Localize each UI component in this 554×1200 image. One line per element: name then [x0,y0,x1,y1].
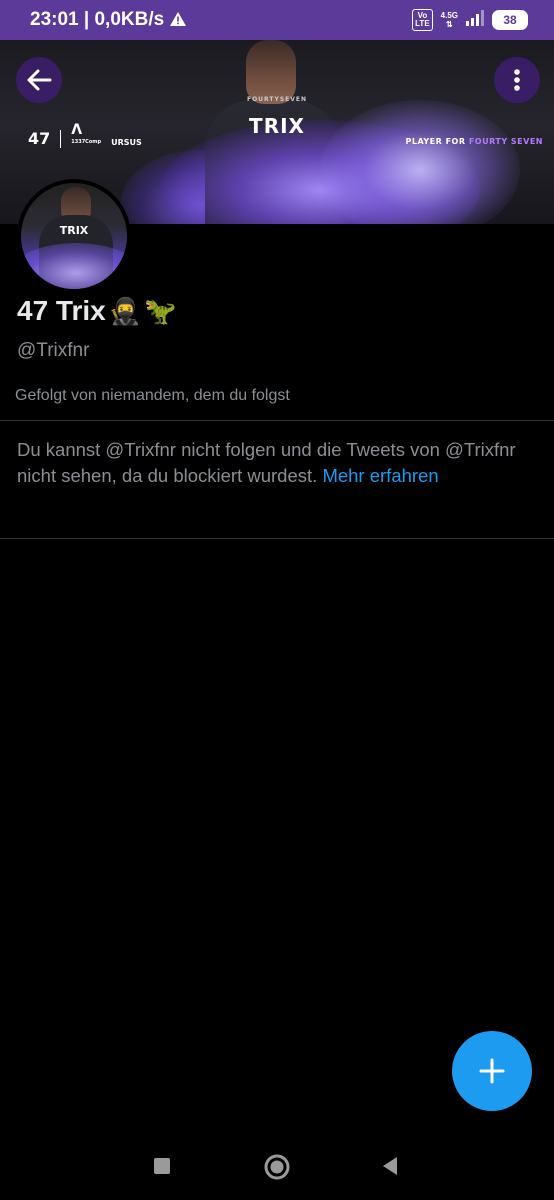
divider [0,420,554,421]
plus-icon [479,1058,505,1084]
recents-button[interactable] [152,1156,172,1176]
logo-1337comp: Λ 1337Comp [71,123,102,148]
network-type: 4.5G [440,11,458,20]
logo-1337comp-label: 1337Comp [71,139,102,145]
signal-icon [466,9,484,31]
system-navigation-bar [0,1130,554,1200]
status-speed: | 0,0KB/s [83,9,165,30]
avatar[interactable]: TRIX [17,179,131,293]
followed-by-text[interactable]: Gefolgt von niemandem, dem du folgst [15,387,290,405]
volte-icon: Vo LTE [412,9,433,31]
data-arrows-icon: ⇅ [445,20,453,29]
network-indicator: 4.5G ⇅ [441,11,458,29]
banner-player-head [246,40,296,104]
banner-sponsor-logos: 47 Λ 1337Comp URSUS [28,123,142,148]
logo-ursus: URSUS [111,138,142,147]
avatar-jersey-text: TRIX [59,224,89,237]
display-name-text: 47 Trix [17,295,106,326]
status-right-icons: Vo LTE 4.5G ⇅ 38 [412,9,528,31]
avatar-smoke [21,243,127,289]
player-for-prefix: PLAYER FOR [405,137,466,146]
blocked-notice: Du kannst @Trixfnr nicht folgen und die … [17,437,527,489]
dinosaur-emoji: 🦖 [144,295,177,326]
system-back-button[interactable] [380,1156,400,1176]
triangle-back-icon [383,1157,397,1175]
status-bar: 23:01 | 0,0KB/s Vo LTE 4.5G ⇅ 38 [0,0,554,40]
status-time-and-speed: 23:01 | 0,0KB/s [30,9,187,31]
status-time: 23:01 [30,9,79,30]
logo-47: 47 [28,129,51,148]
divider [0,538,554,539]
compose-tweet-button[interactable] [452,1031,532,1111]
back-button[interactable] [16,57,62,103]
arrow-left-icon [27,69,52,91]
square-icon [154,1158,170,1174]
player-for-team: FOURTY SEVEN [468,137,543,146]
profile-handle: @Trixfnr [17,340,90,361]
battery-level: 38 [503,13,517,27]
warning-icon [169,9,187,30]
home-button[interactable] [262,1152,292,1182]
banner-player-for: PLAYER FOR FOURTY SEVEN [406,137,544,146]
battery-icon: 38 [492,10,528,30]
profile-display-name: 47 Trix 🥷 🦖 [17,295,176,327]
more-vertical-icon [514,69,520,91]
learn-more-link[interactable]: Mehr erfahren [322,465,438,486]
logo-divider [60,130,62,148]
banner-jersey-small: FOURTYSEVEN [246,96,308,103]
circle-icon [264,1154,290,1180]
ninja-emoji: 🥷 [108,295,142,326]
more-options-button[interactable] [494,57,540,103]
blocked-message: Du kannst @Trixfnr nicht folgen und die … [17,439,516,486]
